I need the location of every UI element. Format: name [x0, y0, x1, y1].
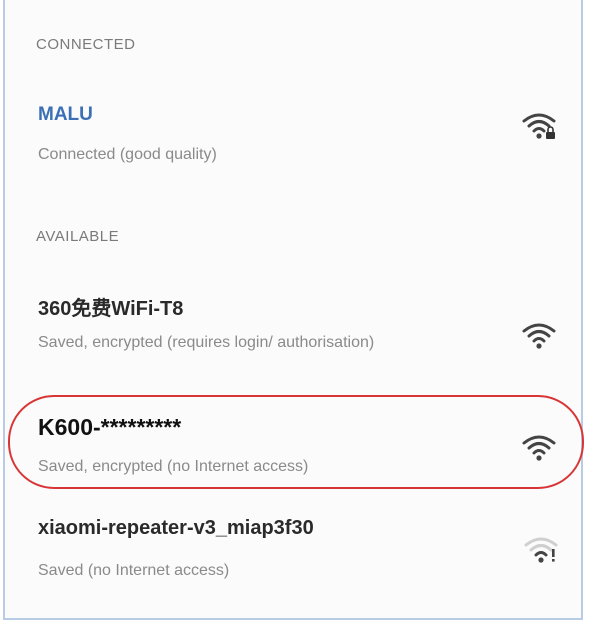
network-status-360wifi: Saved, encrypted (requires login/ author… [38, 334, 375, 351]
network-status-xiaomi: Saved (no Internet access) [38, 562, 230, 579]
wifi-settings-screen: CONNECTED MALU Connected (good quality) … [0, 0, 599, 622]
highlight-annotation-circle [8, 395, 584, 489]
wifi-weak-no-internet-icon [524, 537, 558, 563]
network-name-xiaomi: xiaomi-repeater-v3_miap3f30 [38, 517, 314, 539]
network-name-360wifi: 360免费WiFi-T8 [38, 298, 184, 320]
available-section-label: AVAILABLE [36, 228, 120, 245]
connected-section-label: CONNECTED [36, 36, 136, 53]
connected-network-status: Connected (good quality) [38, 146, 217, 163]
wifi-full-locked-icon [522, 113, 556, 139]
wifi-full-icon [522, 323, 556, 349]
connected-network-name: MALU [38, 104, 93, 125]
